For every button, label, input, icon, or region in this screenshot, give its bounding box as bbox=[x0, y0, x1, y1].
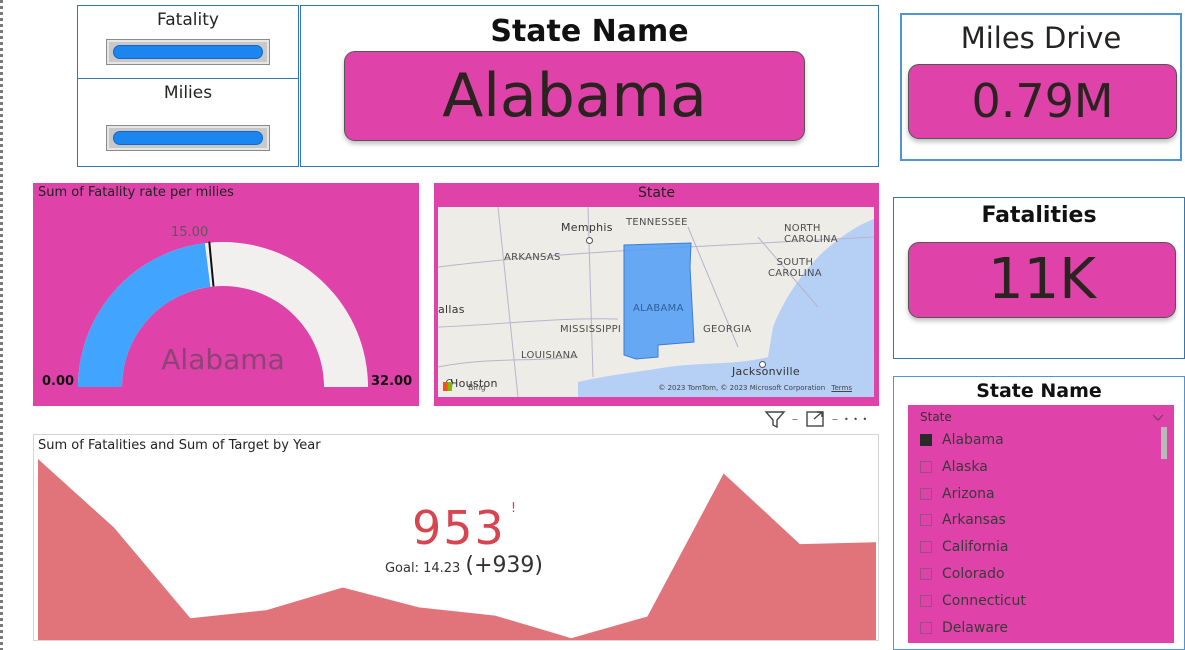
state-checkbox[interactable] bbox=[920, 568, 932, 580]
miles-drive-title: Miles Drive bbox=[960, 21, 1122, 55]
visual-header: – – • • • bbox=[758, 407, 878, 431]
map-label-arkansas: ARKANSAS bbox=[504, 252, 561, 263]
map-city-jacksonville: Jacksonville bbox=[732, 365, 800, 378]
state-list-header: State bbox=[920, 410, 952, 424]
map-label-georgia: GEORGIA bbox=[703, 324, 752, 335]
map-city-memphis: Memphis bbox=[561, 221, 613, 234]
memphis-marker bbox=[586, 237, 593, 244]
state-list-item[interactable]: Arizona bbox=[920, 483, 995, 505]
kpi-goal-label: Goal: 14.23 bbox=[384, 561, 461, 576]
state-item-label: Alabama bbox=[942, 432, 1004, 448]
gauge-target-label: 15.00 bbox=[171, 225, 209, 240]
map-attribution-text: © 2023 TomTom, © 2023 Microsoft Corporat… bbox=[658, 384, 826, 392]
map-area[interactable]: TENNESSEE NORTH CAROLINA ARKANSAS SOUTH … bbox=[438, 207, 874, 397]
ocean bbox=[578, 219, 874, 397]
fatalities-pill: 11K bbox=[908, 242, 1176, 318]
state-list-item[interactable]: Arkansas bbox=[920, 509, 1006, 531]
state-name-pill: Alabama bbox=[344, 51, 805, 141]
kpi-block: 953 ! bbox=[364, 501, 564, 555]
map-city-dallas: allas bbox=[438, 303, 465, 316]
state-list-item[interactable]: Connecticut bbox=[920, 590, 1026, 612]
filter-icon[interactable] bbox=[764, 409, 786, 429]
state-name-card: State Name Alabama bbox=[300, 5, 879, 167]
map-title: State bbox=[637, 185, 676, 201]
header-separator: – bbox=[832, 412, 838, 426]
milies-slicer-label: Milies bbox=[163, 83, 213, 103]
map-attribution: © 2023 TomTom, © 2023 Microsoft Corporat… bbox=[658, 384, 852, 392]
state-item-label: California bbox=[942, 539, 1009, 556]
miles-drive-pill: 0.79M bbox=[908, 64, 1177, 139]
state-item-label: Alaska bbox=[942, 458, 988, 475]
map-label-louisiana: LOUISIANA bbox=[521, 350, 578, 361]
fatality-slider-fill[interactable] bbox=[113, 45, 263, 59]
state-list-item[interactable]: California bbox=[920, 536, 1008, 558]
map-label-south-carolina: SOUTH CAROLINA bbox=[768, 257, 822, 279]
state-checkbox[interactable] bbox=[920, 487, 932, 500]
map-terms-link[interactable]: Terms bbox=[831, 384, 852, 392]
map-label-mississippi: MISSISSIPPI bbox=[560, 324, 622, 335]
state-checkbox[interactable] bbox=[920, 514, 932, 527]
state-list-panel: State Alabama Alaska Arizona Arkansas Califo… bbox=[908, 405, 1174, 643]
state-list-title: State Name bbox=[976, 380, 1102, 402]
state-list-item[interactable]: Alabama bbox=[920, 429, 1004, 451]
map-label-tennessee: TENNESSEE bbox=[626, 217, 688, 228]
map-visual[interactable]: State TENNESSEE NORTH CAROLINA ARKANSAS … bbox=[434, 183, 879, 406]
fatality-slicer-label: Fatality bbox=[157, 10, 219, 30]
state-list-scrollbar[interactable] bbox=[1161, 427, 1167, 459]
state-list-item[interactable]: Alaska bbox=[920, 456, 988, 478]
gauge-min-label: 0.00 bbox=[42, 374, 75, 389]
kpi-indicator: ! bbox=[510, 501, 517, 516]
bing-logo bbox=[443, 382, 452, 391]
chevron-down-icon[interactable] bbox=[1152, 414, 1164, 422]
fatalities-value: 11K bbox=[988, 247, 1096, 312]
bing-text: Bing bbox=[468, 383, 486, 392]
state-list-item[interactable]: Colorado bbox=[920, 563, 1005, 585]
state-list-item[interactable]: Delaware bbox=[920, 617, 1008, 639]
state-checkbox[interactable] bbox=[920, 541, 932, 554]
more-options-button[interactable]: • • • bbox=[844, 415, 868, 424]
alabama-shape bbox=[623, 242, 695, 360]
state-list-slicer: State Name State Alabama Alaska Arizona Ark… bbox=[893, 376, 1185, 650]
kpi-goal-delta: (+939) bbox=[465, 553, 544, 578]
kpi-goal: Goal: 14.23 (+939) bbox=[364, 553, 564, 578]
milies-range-slider[interactable] bbox=[106, 125, 270, 151]
gauge-visual[interactable]: Sum of Fatality rate per milies 15.00 Al… bbox=[33, 183, 419, 406]
fatality-slicer: Fatality bbox=[77, 5, 299, 79]
state-checkbox[interactable] bbox=[920, 460, 932, 473]
fatalities-card: Fatalities 11K bbox=[893, 197, 1185, 359]
state-checkbox[interactable] bbox=[920, 434, 932, 446]
kpi-value: 953 bbox=[411, 501, 506, 555]
state-checkbox[interactable] bbox=[920, 594, 932, 607]
gauge-max-label: 32.00 bbox=[371, 374, 413, 389]
header-separator: – bbox=[792, 412, 798, 426]
state-item-label: Colorado bbox=[942, 566, 1005, 582]
fatality-range-slider[interactable] bbox=[106, 39, 270, 65]
gauge-center-label: Alabama bbox=[161, 343, 285, 376]
state-name-value: Alabama bbox=[442, 61, 707, 131]
focus-mode-icon[interactable] bbox=[804, 409, 826, 429]
canvas-edge bbox=[0, 0, 3, 650]
state-checkbox[interactable] bbox=[920, 621, 932, 634]
state-item-label: Delaware bbox=[942, 619, 1008, 636]
milies-slicer: Milies bbox=[77, 78, 299, 167]
milies-slider-fill[interactable] bbox=[113, 131, 263, 145]
fatalities-target-chart[interactable]: Sum of Fatalities and Sum of Target by Y… bbox=[33, 434, 879, 641]
fatalities-title: Fatalities bbox=[981, 203, 1097, 228]
state-name-card-title: State Name bbox=[490, 14, 689, 49]
state-item-label: Arizona bbox=[942, 485, 995, 502]
map-label-north-carolina: NORTH CAROLINA bbox=[784, 223, 838, 245]
state-item-label: Arkansas bbox=[942, 512, 1006, 529]
state-item-label: Connecticut bbox=[942, 592, 1026, 609]
map-label-alabama: ALABAMA bbox=[633, 303, 684, 314]
miles-drive-card: Miles Drive 0.79M bbox=[900, 13, 1182, 161]
miles-drive-value: 0.79M bbox=[971, 74, 1114, 128]
